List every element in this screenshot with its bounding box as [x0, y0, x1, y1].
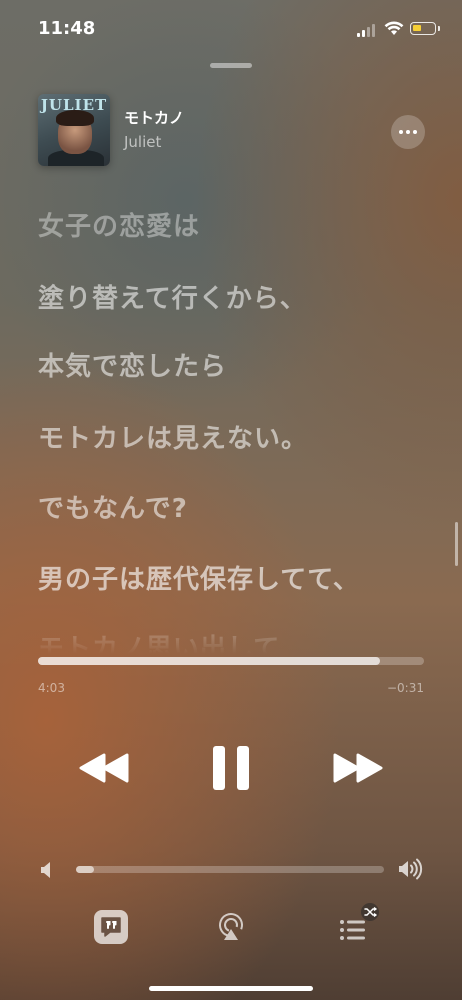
more-options-button[interactable]	[391, 115, 425, 149]
speaker-low-icon	[41, 862, 50, 878]
album-artwork[interactable]: JULIET	[38, 94, 110, 166]
cellular-signal-icon	[357, 24, 375, 37]
song-title: モトカノ	[124, 109, 185, 127]
sheet-grabber[interactable]	[210, 63, 252, 68]
speaker-high-icon	[399, 858, 423, 880]
volume-slider[interactable]	[76, 866, 384, 873]
fast-forward-button[interactable]	[330, 748, 386, 788]
queue-list-icon	[340, 920, 365, 940]
rewind-button[interactable]	[76, 748, 132, 788]
remaining-time: −0:31	[386, 681, 424, 695]
song-artist[interactable]: Juliet	[124, 133, 161, 151]
lyrics-quote-icon	[101, 917, 121, 937]
lyric-line-current[interactable]: 男の子は歴代保存してて、	[38, 559, 360, 596]
pause-icon	[213, 746, 249, 790]
lyric-line[interactable]: モトカノ思い出して	[38, 628, 280, 654]
status-bar: 11:48	[0, 0, 462, 56]
status-time: 11:48	[38, 18, 96, 39]
scroll-indicator	[455, 522, 458, 566]
queue-button[interactable]	[334, 902, 384, 946]
airplay-icon[interactable]	[216, 910, 246, 944]
rewind-icon	[79, 753, 129, 783]
pause-button[interactable]	[207, 742, 255, 794]
lyrics-view[interactable]: 女子の恋愛は 塗り替えて行くから、 本気で恋したら モトカレは見えない。 でもな…	[38, 196, 438, 654]
lyric-line[interactable]: 塗り替えて行くから、	[38, 278, 307, 315]
lyric-line[interactable]: 女子の恋愛は	[38, 206, 200, 243]
lyrics-button[interactable]	[94, 910, 128, 944]
lyric-line[interactable]: でもなんで?	[38, 488, 188, 525]
home-indicator[interactable]	[149, 986, 313, 991]
lyric-line[interactable]: 本気で恋したら	[38, 346, 227, 383]
wifi-icon	[384, 21, 404, 35]
battery-fill	[413, 25, 422, 31]
ellipsis-icon	[399, 130, 403, 134]
lyric-line[interactable]: モトカレは見えない。	[38, 418, 308, 455]
battery-icon	[410, 22, 440, 35]
playback-scrubber[interactable]	[38, 657, 424, 665]
playback-progress-fill	[38, 657, 381, 665]
elapsed-time: 4:03	[38, 681, 65, 695]
fast-forward-icon	[333, 753, 383, 783]
volume-level-fill	[76, 866, 95, 873]
shuffle-icon	[361, 903, 379, 921]
